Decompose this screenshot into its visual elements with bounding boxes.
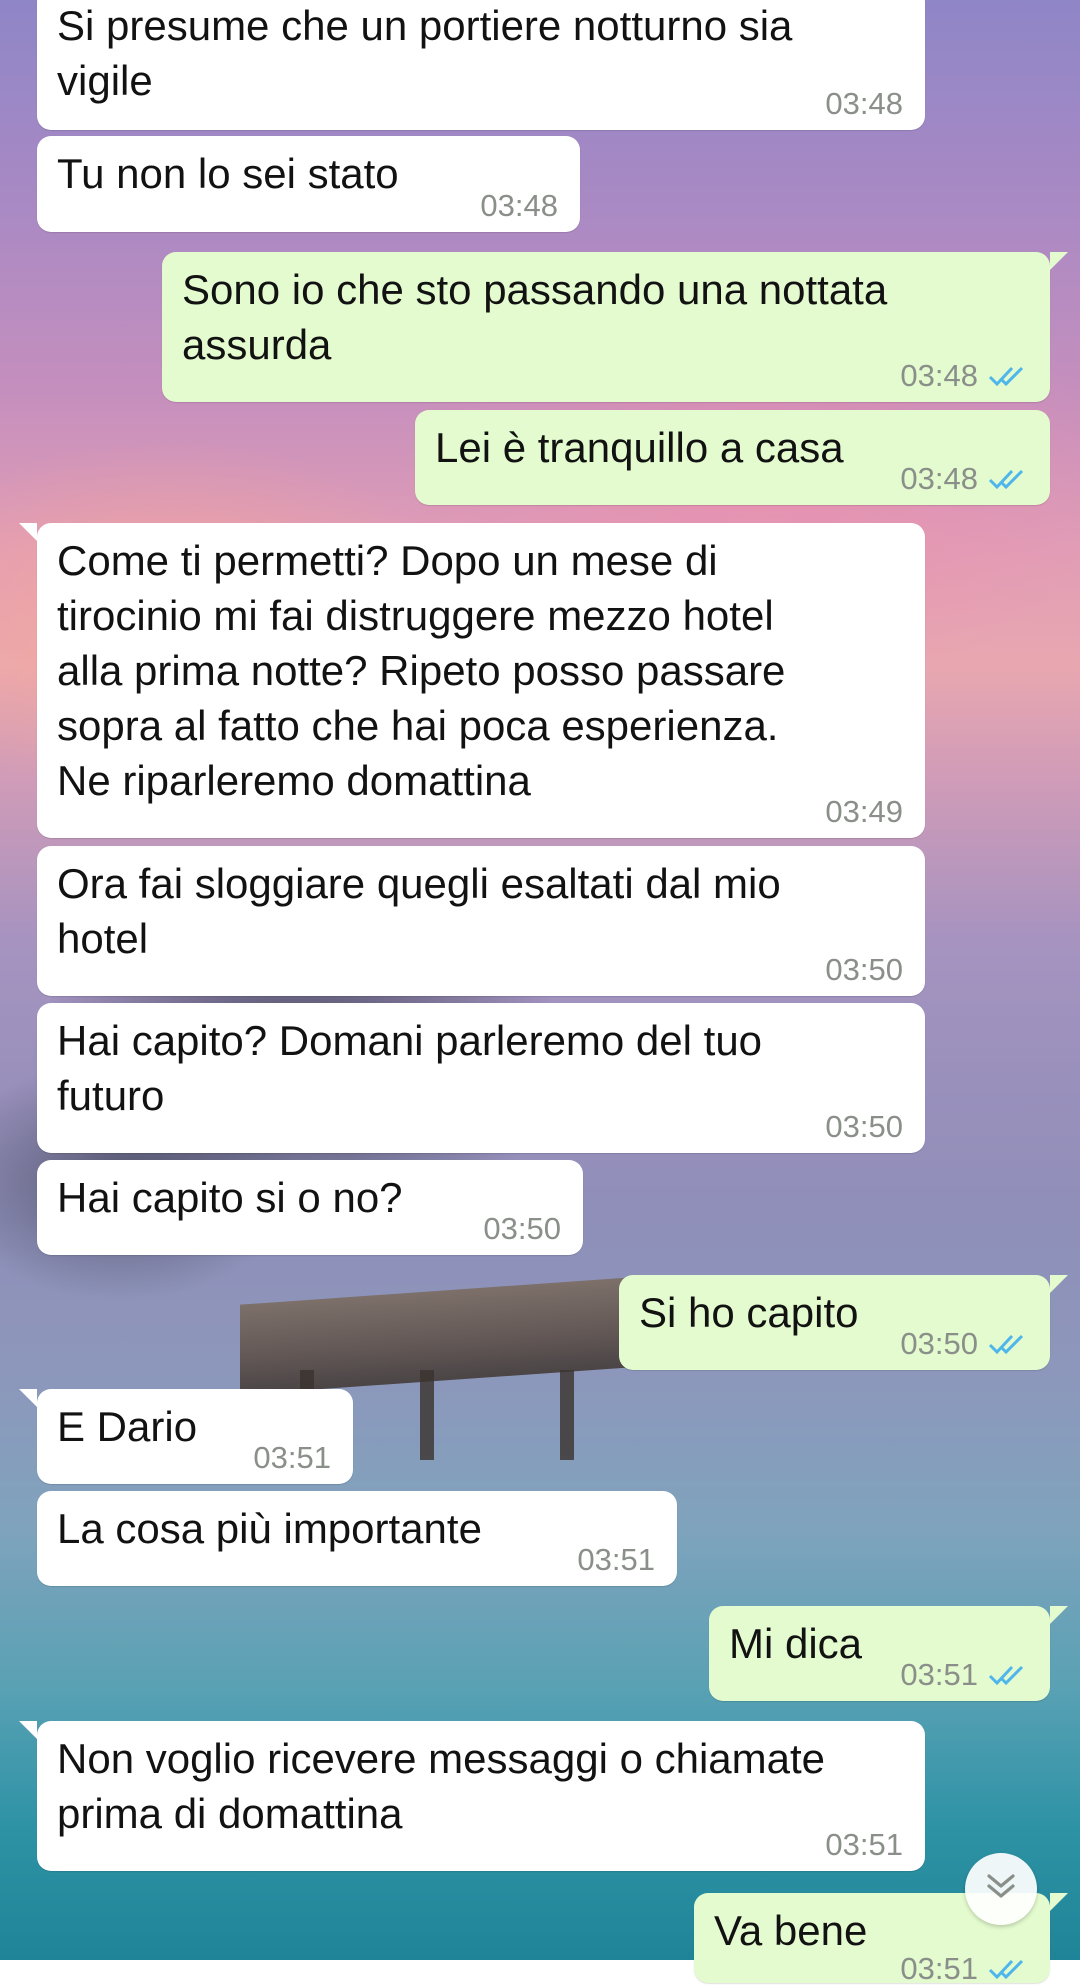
message-bubble-incoming[interactable]: E Dario 03:51 (19, 1389, 353, 1484)
message-time: 03:48 (900, 461, 978, 496)
message-bubble-outgoing[interactable]: Lei è tranquillo a casa 03:48 (415, 410, 1050, 505)
message-meta: 03:51 (577, 1542, 655, 1578)
message-bubble-outgoing[interactable]: Mi dica 03:51 (709, 1606, 1068, 1701)
message-time: 03:48 (480, 188, 558, 223)
message-time: 03:51 (577, 1542, 655, 1577)
message-bubble-incoming[interactable]: Hai capito? Domani parleremo del tuo fut… (37, 1003, 925, 1153)
message-time: 03:51 (825, 1827, 903, 1862)
double-check-icon (988, 365, 1028, 387)
message-time: 03:51 (900, 1657, 978, 1692)
chevron-double-down-icon (983, 1872, 1019, 1907)
message-meta: 03:50 (483, 1211, 561, 1247)
message-meta: 03:51 (253, 1440, 331, 1476)
message-bubble-incoming[interactable]: Hai capito si o no? 03:50 (37, 1160, 583, 1255)
message-time: 03:50 (825, 952, 903, 987)
message-bubble-outgoing[interactable]: Si ho capito 03:50 (619, 1275, 1068, 1370)
message-bubble-outgoing[interactable]: Sono io che sto passando una nottata ass… (162, 252, 1068, 402)
message-time: 03:51 (900, 1951, 978, 1986)
message-meta: 03:48 (900, 358, 1028, 394)
message-time: 03:48 (825, 86, 903, 121)
message-bubble-incoming[interactable]: Ora fai sloggiare quegli esaltati dal mi… (37, 846, 925, 996)
message-text: Hai capito? Domani parleremo del tuo fut… (57, 1017, 763, 1119)
message-meta: 03:48 (480, 188, 558, 224)
message-time: 03:50 (900, 1326, 978, 1361)
message-meta: 03:51 (900, 1951, 1028, 1987)
message-time: 03:50 (483, 1211, 561, 1246)
double-check-icon (988, 1333, 1028, 1355)
message-meta: 03:51 (825, 1827, 903, 1863)
message-meta: 03:50 (825, 1109, 903, 1145)
message-bubble-incoming[interactable]: Tu non lo sei stato 03:48 (37, 136, 580, 232)
message-text: Come ti permetti? Dopo un mese di tiroci… (57, 537, 786, 804)
message-text: Non voglio ricevere messaggi o chiamate … (57, 1735, 826, 1837)
message-text: Ora fai sloggiare quegli esaltati dal mi… (57, 860, 781, 962)
message-text: La cosa più importante (57, 1505, 482, 1552)
message-meta: 03:48 (900, 461, 1028, 497)
scroll-to-bottom-button[interactable] (965, 1853, 1037, 1925)
message-bubble-incoming[interactable]: Si presume che un portiere notturno sia … (37, 0, 925, 130)
message-time: 03:48 (900, 358, 978, 393)
message-bubble-incoming[interactable]: Non voglio ricevere messaggi o chiamate … (19, 1721, 925, 1871)
message-meta: 03:50 (825, 952, 903, 988)
message-meta: 03:50 (900, 1326, 1028, 1362)
message-time: 03:51 (253, 1440, 331, 1475)
message-time: 03:49 (825, 794, 903, 829)
message-time: 03:50 (825, 1109, 903, 1144)
double-check-icon (988, 468, 1028, 490)
message-text: Sono io che sto passando una nottata ass… (182, 266, 888, 368)
message-list[interactable]: Si presume che un portiere notturno sia … (0, 0, 1080, 1986)
double-check-icon (988, 1958, 1028, 1980)
double-check-icon (988, 1664, 1028, 1686)
message-meta: 03:49 (825, 794, 903, 830)
message-bubble-incoming[interactable]: La cosa più importante 03:51 (37, 1491, 677, 1586)
message-meta: 03:48 (825, 86, 903, 122)
message-meta: 03:51 (900, 1657, 1028, 1693)
message-text: Si presume che un portiere notturno sia … (57, 2, 793, 104)
message-bubble-incoming[interactable]: Come ti permetti? Dopo un mese di tiroci… (19, 523, 925, 838)
